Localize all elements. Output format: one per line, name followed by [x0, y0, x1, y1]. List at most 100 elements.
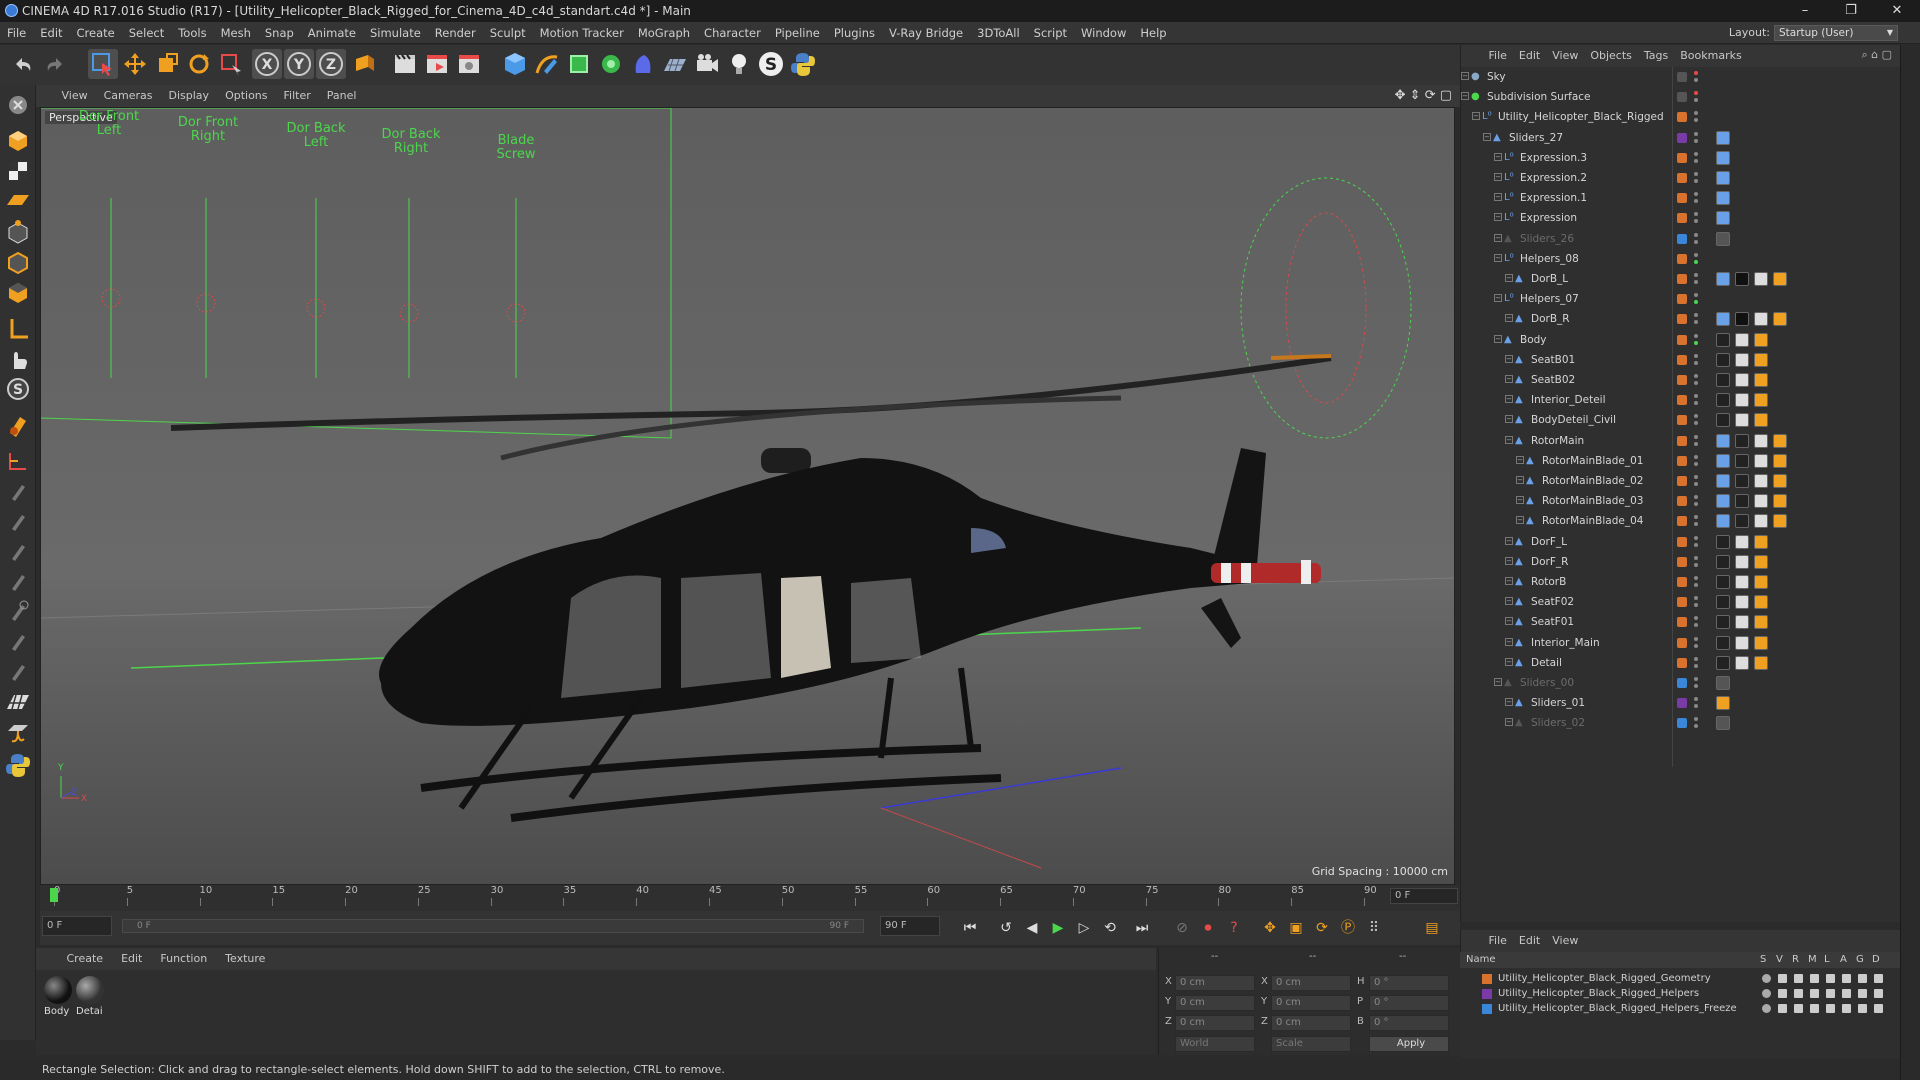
- layer-color-swatch[interactable]: [1677, 577, 1687, 587]
- xpresso-tag-icon[interactable]: [1716, 453, 1730, 468]
- render-visibility-dot[interactable]: [1694, 704, 1698, 709]
- render-visibility-dot[interactable]: [1694, 259, 1698, 264]
- menu-pipeline[interactable]: Pipeline: [768, 22, 827, 44]
- editor-visibility-dot[interactable]: [1694, 555, 1698, 560]
- protection-tag-icon[interactable]: [1754, 413, 1768, 428]
- editor-visibility-dot[interactable]: [1694, 273, 1698, 277]
- material-tag-icon[interactable]: [1716, 534, 1730, 549]
- render-visibility-dot[interactable]: [1694, 239, 1698, 244]
- material-menu-function[interactable]: Function: [151, 948, 216, 970]
- protection-tag-icon[interactable]: [1773, 453, 1787, 468]
- layer-flag-icon[interactable]: [1778, 974, 1787, 983]
- protection-tag-icon[interactable]: [1716, 696, 1730, 711]
- texture-tag-icon[interactable]: [1735, 554, 1749, 569]
- material-tag-icon[interactable]: [1716, 554, 1730, 569]
- material-tag-icon[interactable]: [1735, 514, 1749, 529]
- expand-toggle-icon[interactable]: −: [1505, 415, 1513, 424]
- editor-visibility-dot[interactable]: [1694, 515, 1698, 520]
- object-row[interactable]: − ▲ SeatF01: [1461, 612, 1901, 632]
- layer-color-swatch[interactable]: [1677, 698, 1687, 709]
- layer-color-swatch[interactable]: [1677, 173, 1687, 183]
- object-menu-view[interactable]: View: [1546, 45, 1584, 67]
- expand-toggle-icon[interactable]: −: [1516, 476, 1524, 484]
- object-row[interactable]: − ▲ Sliders_27: [1461, 128, 1901, 148]
- render-visibility-dot[interactable]: [1694, 401, 1698, 406]
- z-axis-lock-button[interactable]: Z: [316, 49, 346, 79]
- viewport-menu-view[interactable]: View: [54, 85, 96, 107]
- expand-toggle-icon[interactable]: −: [1494, 253, 1502, 262]
- editor-visibility-dot[interactable]: [1694, 151, 1698, 156]
- editor-visibility-dot[interactable]: [1694, 232, 1698, 237]
- protection-tag-icon[interactable]: [1773, 494, 1787, 509]
- coord-x-position-field[interactable]: 0 cm: [1175, 975, 1255, 991]
- keyframe-selection-button[interactable]: ?: [1222, 916, 1246, 940]
- loop-button[interactable]: ↺: [994, 916, 1018, 940]
- object-row[interactable]: − ▲ Sliders_26: [1461, 229, 1901, 249]
- sculpt-brush-5-button[interactable]: [4, 597, 32, 625]
- render-visibility-dot[interactable]: [1694, 138, 1698, 143]
- play-button[interactable]: ▶: [1046, 916, 1070, 940]
- render-visibility-dot[interactable]: [1694, 502, 1698, 507]
- expand-toggle-icon[interactable]: −: [1494, 193, 1502, 202]
- protection-tag-icon[interactable]: [1754, 352, 1768, 367]
- layer-menu-edit[interactable]: Edit: [1513, 930, 1546, 952]
- anchor-button[interactable]: [4, 719, 32, 747]
- render-visibility-dot[interactable]: [1694, 219, 1698, 224]
- key-parameter-button[interactable]: Ⓟ: [1336, 916, 1360, 940]
- layer-flag-icon[interactable]: [1794, 974, 1803, 983]
- object-row[interactable]: − ▲ SeatF02: [1461, 592, 1901, 612]
- sculpt-brush-2-button[interactable]: [4, 507, 32, 535]
- menu-select[interactable]: Select: [122, 22, 171, 44]
- object-row[interactable]: − L⁰ Expression: [1461, 208, 1901, 228]
- layer-flag-icon[interactable]: [1778, 1004, 1787, 1013]
- menu-window[interactable]: Window: [1074, 22, 1133, 44]
- object-menu-edit[interactable]: Edit: [1513, 45, 1546, 67]
- coord-z-size-field[interactable]: 0 cm: [1271, 1015, 1351, 1031]
- expand-toggle-icon[interactable]: −: [1505, 657, 1513, 666]
- coord-y-position-field[interactable]: 0 cm: [1175, 995, 1255, 1011]
- object-row[interactable]: − L⁰ Expression.1: [1461, 188, 1901, 208]
- texture-tag-icon[interactable]: [1754, 474, 1768, 488]
- scale-tool-button[interactable]: [152, 49, 182, 79]
- object-row[interactable]: − ▲ BodyDeteil_Civil: [1461, 410, 1901, 430]
- menu-plugins[interactable]: Plugins: [827, 22, 882, 44]
- object-row[interactable]: − ▲ RotorMain: [1461, 431, 1901, 451]
- render-visibility-dot[interactable]: [1694, 482, 1698, 486]
- current-frame-field[interactable]: 0 F: [42, 916, 112, 936]
- xpresso-tag-icon[interactable]: [1716, 494, 1730, 509]
- menu-3dtoall[interactable]: 3DToAll: [970, 22, 1027, 44]
- layer-color-swatch[interactable]: [1677, 112, 1687, 123]
- layer-color-swatch[interactable]: [1677, 415, 1687, 426]
- layer-color-swatch[interactable]: [1677, 597, 1687, 608]
- texture-tag-icon[interactable]: [1735, 352, 1749, 367]
- layer-color-swatch[interactable]: [1482, 989, 1492, 999]
- editor-visibility-dot[interactable]: [1694, 71, 1698, 75]
- editor-visibility-dot[interactable]: [1694, 192, 1698, 197]
- material-detail-swatch[interactable]: [76, 976, 104, 1004]
- editor-visibility-dot[interactable]: [1694, 596, 1698, 601]
- edges-mode-button[interactable]: [4, 249, 32, 277]
- add-deformer-button[interactable]: [628, 49, 658, 79]
- object-menu-bookmarks[interactable]: Bookmarks: [1674, 45, 1747, 67]
- object-row[interactable]: − ▲ DorF_L: [1461, 532, 1901, 552]
- material-tag-icon[interactable]: [1735, 494, 1749, 509]
- object-row[interactable]: − ▲ DorB_R: [1461, 309, 1901, 329]
- editor-visibility-dot[interactable]: [1694, 576, 1698, 580]
- coord-b-rotation-field[interactable]: 0 °: [1369, 1015, 1449, 1031]
- make-editable-button[interactable]: [4, 91, 32, 119]
- render-visibility-dot[interactable]: [1694, 583, 1698, 587]
- expand-toggle-icon[interactable]: −: [1494, 334, 1502, 343]
- render-visibility-dot[interactable]: [1694, 360, 1698, 365]
- layer-color-swatch[interactable]: [1677, 435, 1687, 446]
- add-light-button[interactable]: [724, 49, 754, 79]
- layer-flag-icon[interactable]: [1842, 974, 1851, 983]
- xpresso-tag-icon[interactable]: [1716, 191, 1730, 206]
- viewport-menu-panel[interactable]: Panel: [319, 85, 365, 107]
- protection-tag-icon[interactable]: [1773, 272, 1787, 286]
- layer-color-swatch[interactable]: [1677, 193, 1687, 204]
- protection-tag-icon[interactable]: [1754, 534, 1768, 549]
- key-position-button[interactable]: ✥: [1258, 916, 1282, 940]
- object-row[interactable]: − L⁰ Helpers_08: [1461, 249, 1901, 269]
- protection-tag-icon[interactable]: [1754, 615, 1768, 630]
- material-tag-icon[interactable]: [1716, 635, 1730, 650]
